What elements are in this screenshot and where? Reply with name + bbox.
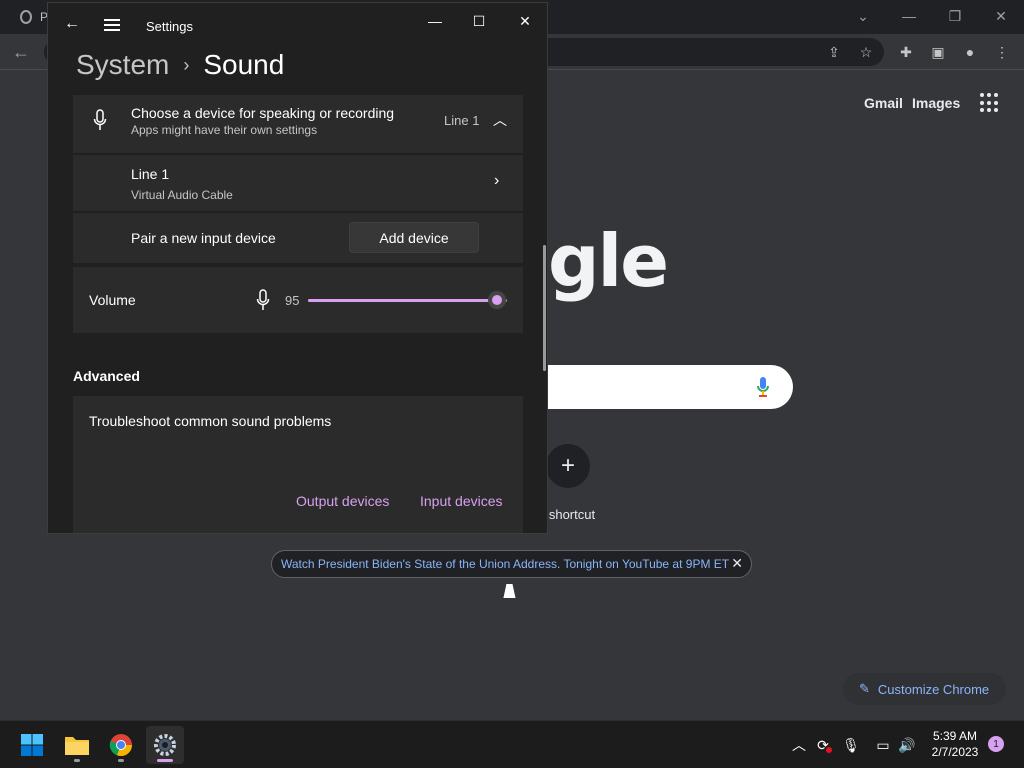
- close-icon[interactable]: ✕: [731, 555, 743, 572]
- breadcrumb: System › Sound: [76, 49, 284, 81]
- input-selector-title: Choose a device for speaking or recordin…: [131, 105, 395, 121]
- customize-chrome-label: Customize Chrome: [877, 681, 990, 697]
- settings-close-button[interactable]: ✕: [513, 11, 537, 31]
- settings-titlebar: ← Settings — ☐ ✕: [48, 3, 547, 47]
- chrome-close-button[interactable]: ✕: [978, 4, 1024, 28]
- volume-icon[interactable]: 🔊: [897, 735, 917, 755]
- chevron-up-icon[interactable]: ︿: [493, 110, 507, 130]
- pencil-icon: ✎: [859, 681, 870, 696]
- chevron-right-icon: ›: [494, 172, 500, 189]
- page-title: Sound: [203, 49, 285, 80]
- settings-icon: [154, 734, 176, 756]
- settings-minimize-button[interactable]: —: [423, 11, 447, 31]
- start-icon: [21, 734, 43, 756]
- input-selector-subtitle: Apps might have their own settings: [131, 123, 318, 137]
- settings-window-title: Settings: [146, 19, 193, 34]
- clock-date: 2/7/2023: [931, 745, 979, 759]
- settings-window: ← Settings — ☐ ✕ System › Sound Choose a…: [47, 2, 548, 534]
- promo-banner[interactable]: Watch President Biden's State of the Uni…: [271, 550, 752, 578]
- gmail-link[interactable]: Gmail: [864, 95, 903, 111]
- extensions-icon[interactable]: ✚: [896, 42, 916, 62]
- output-devices-link[interactable]: Output devices: [296, 493, 389, 509]
- images-link[interactable]: Images: [912, 95, 960, 111]
- promo-text[interactable]: Watch President Biden's State of the Uni…: [281, 557, 729, 571]
- device-description: Virtual Audio Cable: [131, 188, 233, 202]
- add-shortcut-button[interactable]: +: [546, 444, 590, 488]
- chevron-right-icon: ›: [183, 54, 190, 75]
- bookmark-star-icon[interactable]: ☆: [856, 42, 876, 62]
- microphone-icon[interactable]: 🎙: [841, 735, 861, 755]
- breadcrumb-system[interactable]: System: [76, 49, 169, 81]
- notification-badge[interactable]: 1: [988, 736, 1004, 752]
- volume-slider-fill: [308, 299, 497, 302]
- chrome-restore-button[interactable]: ❐: [932, 4, 978, 28]
- device-name: Line 1: [131, 166, 170, 182]
- troubleshoot-card: Troubleshoot common sound problems Outpu…: [73, 396, 523, 533]
- taskbar-file-explorer[interactable]: [58, 726, 96, 764]
- chrome-tab[interactable]: P: [10, 0, 48, 34]
- chrome-minimize-button[interactable]: —: [886, 4, 932, 28]
- file-explorer-icon: [65, 737, 89, 755]
- device-line-1[interactable]: Line 1 Virtual Audio Cable ›: [73, 155, 523, 211]
- sync-icon[interactable]: ⟳: [813, 735, 833, 755]
- google-logo: gle: [548, 219, 669, 303]
- profile-icon[interactable]: ●: [960, 42, 980, 62]
- tab-search-chevron-icon[interactable]: ⌄: [840, 4, 886, 28]
- plus-icon: +: [560, 452, 575, 479]
- input-devices-link[interactable]: Input devices: [420, 493, 503, 509]
- pair-input-device-row: Pair a new input device Add device: [73, 213, 523, 263]
- volume-value: 95: [285, 293, 300, 308]
- volume-label: Volume: [89, 292, 136, 308]
- troubleshoot-title: Troubleshoot common sound problems: [89, 413, 332, 429]
- advanced-heading: Advanced: [73, 368, 140, 384]
- chrome-menu-icon[interactable]: ⋮: [992, 42, 1012, 62]
- taskbar-clock[interactable]: 5:39 AM 2/7/2023: [925, 728, 985, 760]
- add-device-button[interactable]: Add device: [349, 222, 479, 253]
- chrome-back-icon[interactable]: ←: [12, 42, 30, 63]
- input-device-selector[interactable]: Choose a device for speaking or recordin…: [73, 95, 523, 153]
- selected-input-device: Line 1: [444, 113, 480, 128]
- taskbar-settings[interactable]: [146, 726, 184, 764]
- globe-icon: [20, 10, 32, 24]
- taskbar: ︿ ⟳ 🎙 ▭ 🔊: [0, 720, 1024, 768]
- settings-scrollbar[interactable]: [543, 245, 546, 371]
- chevron-up-icon[interactable]: ︿: [789, 735, 809, 755]
- google-apps-icon[interactable]: [980, 93, 1000, 113]
- volume-slider-thumb[interactable]: [488, 291, 506, 309]
- microphone-icon: [93, 109, 107, 130]
- taskbar-chrome[interactable]: [102, 726, 140, 764]
- hamburger-menu-icon[interactable]: [104, 19, 120, 31]
- start-button[interactable]: [13, 726, 51, 764]
- voice-search-icon[interactable]: [756, 376, 770, 398]
- settings-maximize-button[interactable]: ☐: [467, 11, 491, 31]
- volume-row: Volume 95: [73, 267, 523, 333]
- microphone-icon[interactable]: [256, 289, 270, 311]
- back-arrow-icon[interactable]: ←: [64, 15, 80, 33]
- chrome-icon: [109, 734, 133, 757]
- mouse-cursor-icon: [503, 584, 519, 598]
- clock-time: 5:39 AM: [932, 729, 978, 743]
- pair-input-label: Pair a new input device: [131, 230, 276, 246]
- network-icon[interactable]: ▭: [873, 735, 893, 755]
- side-panel-icon[interactable]: ▣: [928, 42, 948, 62]
- volume-slider[interactable]: [308, 291, 507, 309]
- customize-chrome-button[interactable]: ✎ Customize Chrome: [843, 673, 1006, 705]
- share-icon[interactable]: ⇪: [824, 42, 844, 62]
